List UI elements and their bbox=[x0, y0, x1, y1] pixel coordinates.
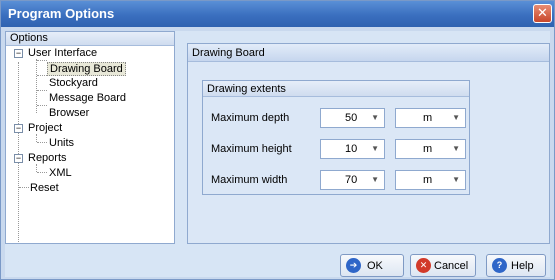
title-bar[interactable]: Program Options ✕ bbox=[1, 1, 554, 27]
chevron-down-icon: ▼ bbox=[452, 144, 460, 153]
group-title: Drawing extents bbox=[203, 81, 469, 97]
tree-item-stockyard[interactable]: Stockyard bbox=[6, 76, 174, 91]
help-icon: ? bbox=[492, 258, 507, 273]
max-width-label: Maximum width bbox=[211, 174, 288, 186]
max-depth-value-select[interactable]: 50 ▼ bbox=[320, 108, 385, 128]
max-height-label: Maximum height bbox=[211, 143, 292, 155]
close-icon: ✕ bbox=[537, 5, 548, 20]
chevron-down-icon: ▼ bbox=[452, 175, 460, 184]
drawing-board-panel: Drawing Board Drawing extents Maximum de… bbox=[187, 43, 550, 244]
max-width-value-select[interactable]: 70 ▼ bbox=[320, 170, 385, 190]
max-height-value-select[interactable]: 10 ▼ bbox=[320, 139, 385, 159]
ok-button[interactable]: ➔ OK bbox=[340, 254, 404, 277]
tree-item-browser[interactable]: Browser bbox=[6, 106, 174, 121]
collapse-icon[interactable]: − bbox=[14, 49, 23, 58]
options-panel: Options − User Interface Drawing Board S… bbox=[5, 31, 175, 244]
tree-item-user-interface[interactable]: − User Interface bbox=[6, 46, 174, 61]
max-width-row: Maximum width 70 ▼ m ▼ bbox=[203, 170, 471, 190]
cancel-icon: ✕ bbox=[416, 258, 431, 273]
close-button[interactable]: ✕ bbox=[533, 4, 552, 23]
help-button[interactable]: ? Help bbox=[486, 254, 546, 277]
cancel-button[interactable]: ✕ Cancel bbox=[410, 254, 476, 277]
collapse-icon[interactable]: − bbox=[14, 124, 23, 133]
program-options-window: Program Options ✕ Options − User Interfa… bbox=[0, 0, 555, 280]
max-height-row: Maximum height 10 ▼ m ▼ bbox=[203, 139, 471, 159]
window-title: Program Options bbox=[8, 6, 115, 21]
tree-item-reports[interactable]: − Reports bbox=[6, 151, 174, 166]
drawing-extents-group: Drawing extents Maximum depth 50 ▼ m ▼ M… bbox=[202, 80, 470, 195]
chevron-down-icon: ▼ bbox=[371, 113, 379, 122]
collapse-icon[interactable]: − bbox=[14, 154, 23, 163]
max-height-unit-select[interactable]: m ▼ bbox=[395, 139, 466, 159]
max-depth-unit-select[interactable]: m ▼ bbox=[395, 108, 466, 128]
chevron-down-icon: ▼ bbox=[371, 175, 379, 184]
max-depth-row: Maximum depth 50 ▼ m ▼ bbox=[203, 108, 471, 128]
max-width-unit-select[interactable]: m ▼ bbox=[395, 170, 466, 190]
tree-item-units[interactable]: Units bbox=[6, 136, 174, 151]
options-tree[interactable]: − User Interface Drawing Board Stockyard… bbox=[6, 46, 174, 242]
options-panel-header: Options bbox=[6, 32, 174, 46]
tree-item-project[interactable]: − Project bbox=[6, 121, 174, 136]
panel-title: Drawing Board bbox=[188, 44, 549, 62]
ok-icon: ➔ bbox=[346, 258, 361, 273]
tree-item-xml[interactable]: XML bbox=[6, 166, 174, 181]
tree-item-message-board[interactable]: Message Board bbox=[6, 91, 174, 106]
chevron-down-icon: ▼ bbox=[371, 144, 379, 153]
max-depth-label: Maximum depth bbox=[211, 112, 290, 124]
tree-item-reset[interactable]: Reset bbox=[6, 181, 174, 196]
chevron-down-icon: ▼ bbox=[452, 113, 460, 122]
tree-item-drawing-board[interactable]: Drawing Board bbox=[6, 61, 174, 76]
